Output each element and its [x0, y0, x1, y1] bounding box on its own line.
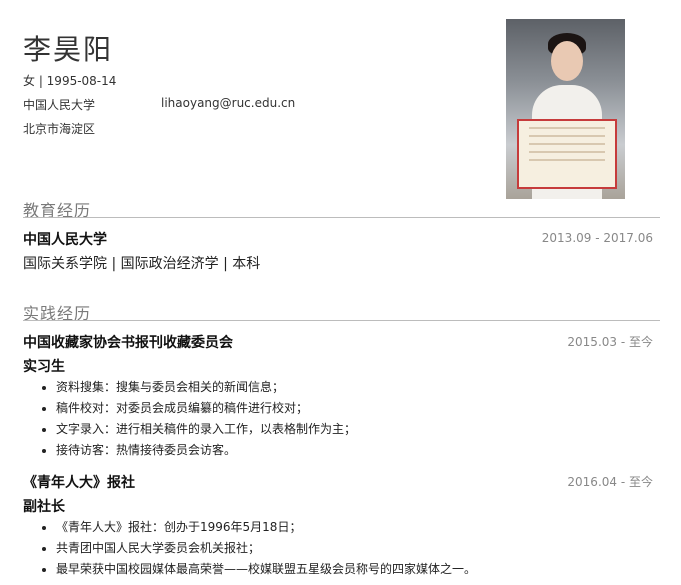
practice-role: 副社长	[23, 499, 65, 515]
practice-org: 中国收藏家协会书报刊收藏委员会	[23, 335, 233, 351]
practice-date: 2016.04 - 至今	[567, 475, 653, 489]
education-date: 2013.09 - 2017.06	[541, 231, 653, 245]
practice-duties-list: 《青年人大》报社：创办于1996年5月18日； 共青团中国人民大学委员会机关报社…	[38, 517, 476, 580]
education-divider	[23, 217, 660, 218]
education-school: 中国人民大学	[23, 232, 107, 248]
list-item: 稿件校对：对委员会成员编纂的稿件进行校对；	[56, 398, 356, 419]
gender-birthdate: 女 | 1995-08-14	[23, 74, 117, 88]
candidate-name: 李昊阳	[23, 33, 114, 66]
list-item: 最早荣获中国校园媒体最高荣誉——校媒联盟五星级会员称号的四家媒体之一。	[56, 559, 476, 580]
practice-divider	[23, 320, 660, 321]
list-item: 文字录入：进行相关稿件的录入工作，以表格制作为主；	[56, 419, 356, 440]
practice-org: 《青年人大》报社	[23, 475, 135, 491]
education-detail: 国际关系学院 | 国际政治经济学 | 本科	[23, 256, 261, 272]
email-address[interactable]: lihaoyang@ruc.edu.cn	[161, 96, 295, 110]
practice-role: 实习生	[23, 359, 65, 375]
list-item: 接待访客：热情接待委员会访客。	[56, 440, 356, 461]
list-item: 资料搜集：搜集与委员会相关的新闻信息；	[56, 377, 356, 398]
practice-duties-list: 资料搜集：搜集与委员会相关的新闻信息； 稿件校对：对委员会成员编纂的稿件进行校对…	[38, 377, 356, 461]
list-item: 《青年人大》报社：创办于1996年5月18日；	[56, 517, 476, 538]
profile-photo	[506, 19, 625, 199]
list-item: 共青团中国人民大学委员会机关报社；	[56, 538, 476, 559]
school-name: 中国人民大学	[23, 98, 96, 112]
practice-date: 2015.03 - 至今	[567, 335, 653, 349]
location: 北京市海淀区	[23, 122, 96, 136]
